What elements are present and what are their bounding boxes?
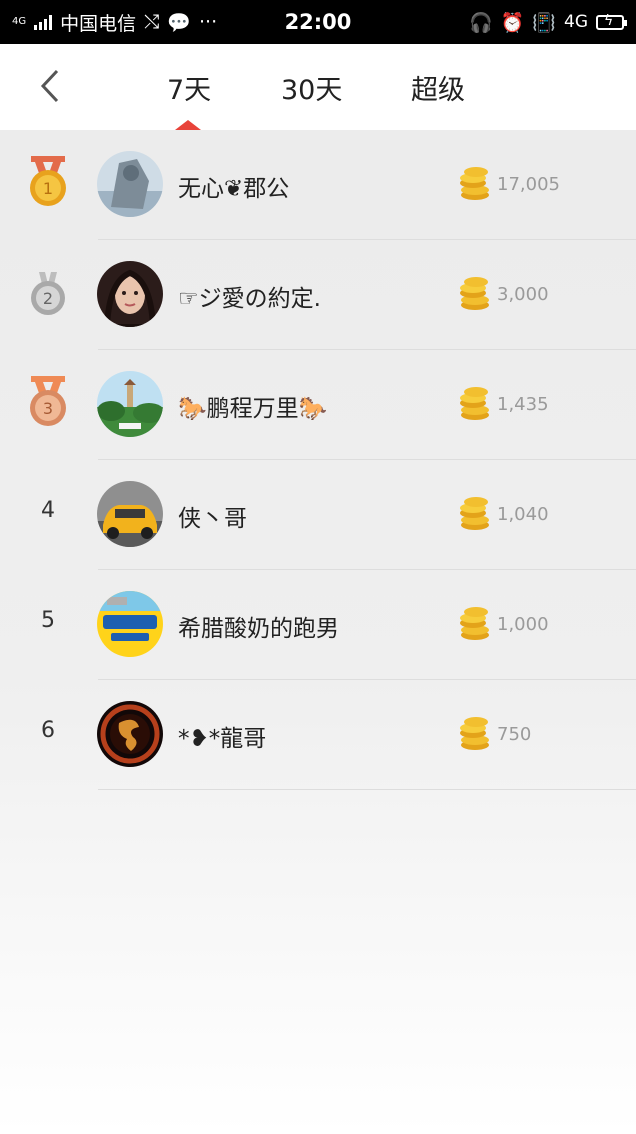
coin-icon <box>460 607 489 640</box>
coin-score: 3,000 <box>497 284 549 305</box>
ranking-list: 1 无心❦郡公 17,005 2 ☞ジ愛の約定. 3,000 3 🐎鹏程万里🐎 … <box>0 130 636 790</box>
more-notifications: ··· <box>199 11 218 33</box>
status-bar: 4G 中国电信 ⤭ 💬 ··· 22:00 🎧 ⏰ 📳 4G ϟ <box>0 0 636 44</box>
list-item[interactable]: 1 无心❦郡公 17,005 <box>0 130 636 240</box>
avatar[interactable] <box>97 481 163 547</box>
coin-score: 17,005 <box>497 174 560 195</box>
gold-medal-icon: 1 <box>30 156 66 206</box>
user-name: 侠丶哥 <box>178 506 247 532</box>
tab-7-days[interactable]: 7天 <box>167 68 211 107</box>
coin-icon <box>460 277 489 310</box>
signal-icon <box>34 14 53 30</box>
svg-text:1: 1 <box>43 179 53 198</box>
list-item[interactable]: 3 🐎鹏程万里🐎 1,435 <box>0 350 636 460</box>
coin-icon <box>460 497 489 530</box>
list-item[interactable]: 4 侠丶哥 1,040 <box>0 460 636 570</box>
tab-30-days[interactable]: 30天 <box>281 68 342 107</box>
network-small-label: 4G <box>12 16 27 27</box>
list-item[interactable]: 6 *❥*龍哥 750 <box>0 680 636 790</box>
user-name: 无心❦郡公 <box>178 176 290 202</box>
user-name: *❥*龍哥 <box>178 726 267 752</box>
avatar[interactable] <box>97 151 163 217</box>
coin-score: 1,000 <box>497 614 549 635</box>
svg-text:3: 3 <box>43 399 53 418</box>
alarm-icon: ⏰ <box>500 11 525 34</box>
shuffle-icon: ⤭ <box>144 11 160 33</box>
coin-score: 1,435 <box>497 394 549 415</box>
network-type: 4G <box>564 12 588 32</box>
avatar[interactable] <box>97 701 163 767</box>
silver-medal-icon: 2 <box>31 272 65 315</box>
coin-icon <box>460 167 489 200</box>
coin-icon <box>460 717 489 750</box>
message-icon: 💬 <box>167 11 192 34</box>
list-item[interactable]: 5 希腊酸奶的跑男 1,000 <box>0 570 636 680</box>
svg-text:2: 2 <box>43 289 53 308</box>
back-button[interactable] <box>30 66 70 106</box>
tab-super[interactable]: 超级 <box>411 68 465 107</box>
active-tab-indicator <box>175 120 201 130</box>
rank-number: 5 <box>41 608 55 633</box>
avatar[interactable] <box>97 591 163 657</box>
bronze-medal-icon: 3 <box>30 376 66 426</box>
rank-number: 4 <box>41 498 55 523</box>
battery-icon: ϟ <box>596 13 627 30</box>
rank-number: 6 <box>41 718 55 743</box>
coin-score: 750 <box>497 724 532 745</box>
header: 7天 30天 超级 <box>0 44 636 130</box>
vibrate-icon: 📳 <box>532 11 556 34</box>
user-name: 🐎鹏程万里🐎 <box>178 396 328 422</box>
chevron-left-icon <box>40 69 59 103</box>
coin-icon <box>460 387 489 420</box>
avatar[interactable] <box>97 261 163 327</box>
user-name: ☞ジ愛の約定. <box>178 286 321 312</box>
divider <box>98 789 636 790</box>
carrier-label: 中国电信 <box>60 12 137 35</box>
avatar[interactable] <box>97 371 163 437</box>
user-name: 希腊酸奶的跑男 <box>178 616 339 642</box>
coin-score: 1,040 <box>497 504 549 525</box>
list-item[interactable]: 2 ☞ジ愛の約定. 3,000 <box>0 240 636 350</box>
headphones-icon: 🎧 <box>468 11 493 34</box>
